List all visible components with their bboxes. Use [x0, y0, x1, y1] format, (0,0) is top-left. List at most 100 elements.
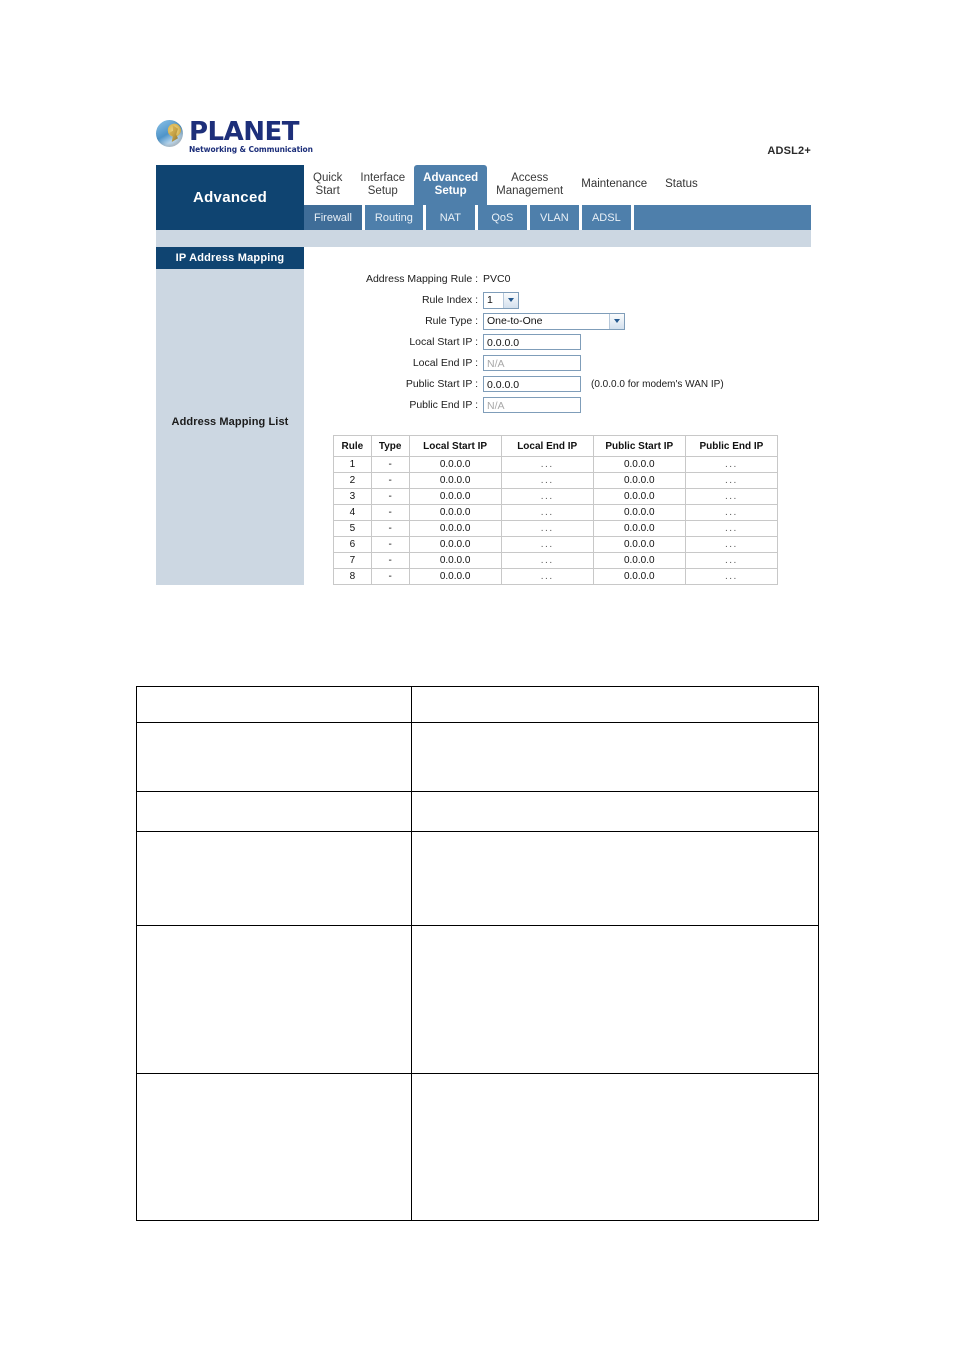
tab-advanced-setup[interactable]: Advanced Setup [414, 165, 488, 205]
cell-public-end: ... [684, 552, 779, 569]
tab-status[interactable]: Status [656, 165, 707, 205]
cell-local-end: ... [500, 472, 594, 489]
logo-tagline: Networking & Communication [189, 145, 313, 154]
table-row[interactable]: 3 - 0.0.0.0 ... 0.0.0.0 ... [333, 488, 779, 505]
cell-type: - [370, 568, 410, 585]
doc-cell-desc [411, 686, 819, 723]
cell-local-start: 0.0.0.0 [408, 504, 502, 521]
cell-rule: 7 [333, 552, 372, 569]
cell-public-start: 0.0.0.0 [592, 472, 686, 489]
doc-cell-label [136, 925, 412, 1074]
doc-table-row [136, 686, 819, 723]
table-row[interactable]: 2 - 0.0.0.0 ... 0.0.0.0 ... [333, 472, 779, 489]
local-start-ip-input[interactable]: 0.0.0.0 [483, 334, 581, 350]
tab-quick-start[interactable]: Quick Start [304, 165, 352, 205]
content-panel: IP Address Mapping Address Mapping List … [156, 247, 811, 585]
cell-public-end: ... [684, 568, 779, 585]
th-public-end-ip: Public End IP [684, 435, 779, 457]
table-row[interactable]: 1 - 0.0.0.0 ... 0.0.0.0 ... [333, 456, 779, 473]
planet-logo: PLANET Networking & Communication [156, 119, 313, 154]
public-end-ip-input[interactable]: N/A [483, 397, 581, 413]
cell-public-start: 0.0.0.0 [592, 456, 686, 473]
cell-local-end: ... [500, 488, 594, 505]
rule-index-select[interactable]: 1 [483, 291, 519, 309]
subtab-nat[interactable]: NAT [426, 205, 478, 230]
cell-rule: 2 [333, 472, 372, 489]
doc-cell-desc [411, 1073, 819, 1221]
tab-access-management[interactable]: Access Management [487, 165, 573, 205]
cell-public-end: ... [684, 520, 779, 537]
doc-cell-label [136, 831, 412, 926]
subtab-adsl[interactable]: ADSL [582, 205, 634, 230]
subtab-firewall[interactable]: Firewall [304, 205, 365, 230]
cell-local-end: ... [500, 456, 594, 473]
panel-sidebar: IP Address Mapping Address Mapping List [156, 247, 304, 585]
model-tag: ADSL2+ [767, 145, 811, 157]
tab-maintenance-label: Maintenance [581, 178, 648, 191]
table-row[interactable]: 7 - 0.0.0.0 ... 0.0.0.0 ... [333, 552, 779, 569]
table-row[interactable]: 8 - 0.0.0.0 ... 0.0.0.0 ... [333, 568, 779, 585]
doc-cell-desc [411, 791, 819, 832]
row-public-start-ip: Public Start IP : 0.0.0.0 (0.0.0.0 for m… [310, 374, 811, 394]
th-local-start-ip: Local Start IP [408, 435, 502, 457]
rule-index-label: Rule Index : [421, 294, 478, 306]
ip-address-mapping-form: Address Mapping Rule : PVC0 Rule Index :… [304, 247, 811, 415]
subtab-filler [634, 205, 811, 230]
doc-cell-desc [411, 831, 819, 926]
tab-interface-setup-line1: Interface [360, 171, 406, 184]
public-start-ip-label: Public Start IP : [405, 378, 478, 390]
rule-type-select[interactable]: One-to-One [483, 312, 625, 330]
local-end-ip-label: Local End IP : [412, 357, 478, 369]
cell-local-start: 0.0.0.0 [408, 536, 502, 553]
cell-type: - [370, 472, 410, 489]
rule-type-label: Rule Type : [425, 315, 478, 327]
cell-rule: 3 [333, 488, 372, 505]
cell-public-start: 0.0.0.0 [592, 552, 686, 569]
cell-rule: 4 [333, 504, 372, 521]
table-row[interactable]: 5 - 0.0.0.0 ... 0.0.0.0 ... [333, 520, 779, 537]
cell-type: - [370, 552, 410, 569]
cell-local-start: 0.0.0.0 [408, 456, 502, 473]
doc-table-row [136, 722, 819, 792]
logo-wordmark: PLANET [189, 117, 300, 147]
cell-local-end: ... [500, 504, 594, 521]
rule-type-selected-value: One-to-One [487, 315, 543, 327]
doc-table-row [136, 791, 819, 832]
doc-cell-label [136, 722, 412, 792]
cell-local-end: ... [500, 552, 594, 569]
doc-cell-label [136, 791, 412, 832]
public-start-ip-input[interactable]: 0.0.0.0 [483, 376, 581, 392]
subtab-vlan[interactable]: VLAN [530, 205, 582, 230]
subtab-routing[interactable]: Routing [365, 205, 426, 230]
globe-icon [156, 120, 183, 147]
th-type: Type [370, 435, 410, 457]
section-title: Advanced [156, 165, 304, 230]
row-rule-type: Rule Type : One-to-One [310, 311, 811, 331]
cell-local-end: ... [500, 536, 594, 553]
tab-quick-start-line2: Start [315, 185, 340, 197]
main-tab-bar: Quick Start Interface Setup Advanced Set… [304, 165, 811, 205]
tab-interface-setup[interactable]: Interface Setup [351, 165, 415, 205]
local-start-ip-label: Local Start IP : [409, 336, 478, 348]
chevron-down-icon [609, 313, 624, 329]
cell-rule: 1 [333, 456, 372, 473]
cell-local-start: 0.0.0.0 [408, 488, 502, 505]
subtab-qos[interactable]: QoS [478, 205, 530, 230]
local-end-ip-input[interactable]: N/A [483, 355, 581, 371]
doc-cell-label [136, 1073, 412, 1221]
row-public-end-ip: Public End IP : N/A [310, 395, 811, 415]
cell-rule: 5 [333, 520, 372, 537]
table-header-row: Rule Type Local Start IP Local End IP Pu… [333, 435, 779, 457]
cell-local-start: 0.0.0.0 [408, 472, 502, 489]
cell-type: - [370, 456, 410, 473]
tab-maintenance[interactable]: Maintenance [572, 165, 657, 205]
doc-table-row [136, 1073, 819, 1221]
doc-cell-desc [411, 722, 819, 792]
navigation-header: Advanced Quick Start Interface Setup Adv… [156, 165, 811, 230]
table-row[interactable]: 6 - 0.0.0.0 ... 0.0.0.0 ... [333, 536, 779, 553]
tab-status-label: Status [665, 178, 698, 191]
address-mapping-rule-value: PVC0 [483, 273, 511, 285]
doc-table-row [136, 925, 819, 1074]
table-row[interactable]: 4 - 0.0.0.0 ... 0.0.0.0 ... [333, 504, 779, 521]
cell-public-start: 0.0.0.0 [592, 488, 686, 505]
